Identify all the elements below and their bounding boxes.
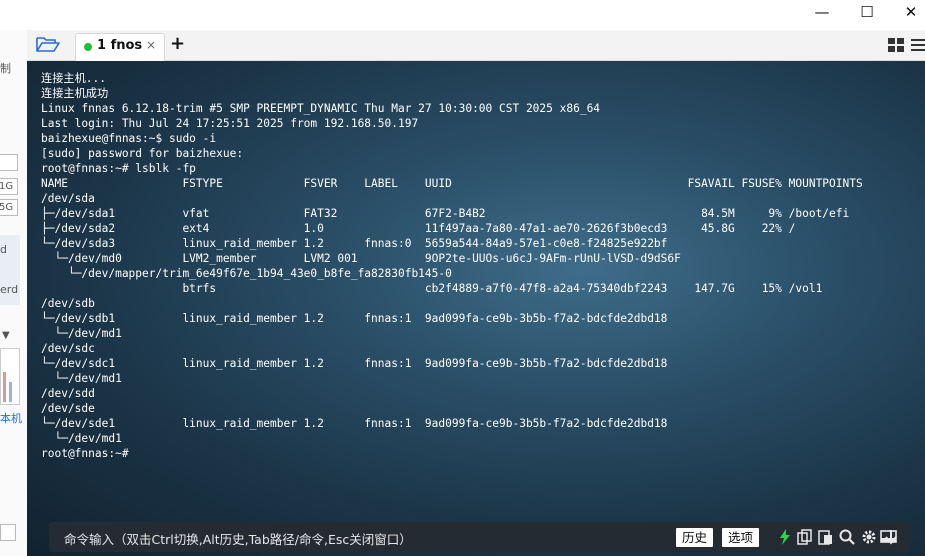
window-titlebar: — ☐ ✕ (0, 0, 925, 30)
terminal-line: Linux fnnas 6.12.18-trim #5 SMP PREEMPT_… (41, 102, 601, 115)
terminal-line: /dev/sdd (41, 387, 95, 400)
terminal-output: 连接主机... 连接主机成功 Linux fnnas 6.12.18-trim #5… (41, 71, 863, 461)
hamburger-menu-icon[interactable] (911, 37, 925, 51)
terminal-line: ├─/dev/sda1 vfat FAT32 67F2-B4B2 84.5M 9… (41, 207, 850, 220)
terminal-line: └─/dev/sde1 linux_raid_member 1.2 fnnas:… (41, 417, 668, 430)
maximize-button[interactable]: ☐ (845, 0, 889, 24)
strip-input[interactable] (0, 154, 18, 171)
grid-view-icon[interactable] (888, 37, 904, 52)
strip-box: 1G (0, 178, 18, 195)
strip-link[interactable]: 本机 (0, 410, 22, 426)
terminal-line: └─/dev/mapper/trim_6e49f67e_1b94_43e0_b8… (41, 267, 452, 280)
terminal-line: └─/dev/sdb1 linux_raid_member 1.2 fnnas:… (41, 312, 668, 325)
terminal-line: /dev/sdb (41, 297, 95, 310)
terminal-line: /dev/sda (41, 192, 95, 205)
terminal-line: └─/dev/md1 (41, 372, 122, 385)
tab-close-icon[interactable]: × (146, 38, 156, 52)
strip-input[interactable] (0, 524, 16, 541)
terminal-line: └─/dev/md1 (41, 432, 122, 445)
strip-panel: d erd (0, 235, 20, 305)
folder-open-icon[interactable] (35, 34, 63, 56)
strip-text: 制 (0, 62, 11, 75)
gear-icon[interactable] (861, 529, 877, 545)
terminal-line: /dev/sdc (41, 342, 95, 355)
terminal-area[interactable]: 连接主机... 连接主机成功 Linux fnnas 6.12.18-trim #5… (27, 61, 925, 556)
terminal-line: 连接主机... (41, 72, 106, 85)
window-mode-icon[interactable] (880, 529, 897, 545)
terminal-line: 连接主机成功 (41, 87, 109, 100)
terminal-line: [sudo] password for baizhexue: (41, 147, 244, 160)
tab-label: 1 fnos (97, 38, 143, 53)
background-app-strip: 制 1G 5G d erd ▼ 本机 (0, 30, 28, 556)
strip-box: 5G (0, 199, 18, 216)
terminal-line: └─/dev/md1 (41, 327, 122, 340)
terminal-line: root@fnnas:~# lsblk -fp (41, 162, 196, 175)
connected-status-icon (84, 43, 92, 51)
strip-text: d (0, 243, 7, 256)
terminal-line: NAME FSTYPE FSVER LABEL UUID FSAVAIL FSU… (41, 177, 863, 190)
command-input-bar[interactable]: 命令输入（双击Ctrl切换,Alt历史,Tab路径/命令,Esc关闭窗口） 历史… (49, 522, 911, 552)
terminal-line: /dev/sde (41, 402, 95, 415)
add-tab-button[interactable]: + (170, 33, 185, 54)
tab-bar: 1 fnos × + (27, 30, 925, 61)
search-icon[interactable] (839, 529, 855, 545)
terminal-line: └─/dev/md0 LVM2_member LVM2 001 9OP2te-U… (41, 252, 681, 265)
paste-icon[interactable] (817, 529, 833, 545)
terminal-line: ├─/dev/sda2 ext4 1.0 11f497aa-7a80-47a1-… (41, 222, 796, 235)
terminal-line: btrfs cb2f4889-a7f0-47f8-a2a4-75340dbf22… (41, 282, 823, 295)
strip-chart (0, 348, 20, 405)
terminal-line: baizhexue@fnnas:~$ sudo -i (41, 132, 217, 145)
lightning-icon[interactable] (777, 529, 793, 545)
terminal-line: root@fnnas:~# (41, 447, 129, 460)
copy-icon[interactable] (797, 529, 813, 545)
tab-fnos[interactable]: 1 fnos × (75, 33, 165, 61)
strip-text: erd (0, 283, 19, 296)
terminal-line: └─/dev/sda3 linux_raid_member 1.2 fnnas:… (41, 237, 668, 250)
terminal-line: └─/dev/sdc1 linux_raid_member 1.2 fnnas:… (41, 357, 668, 370)
options-button[interactable]: 选项 (722, 528, 760, 547)
history-button[interactable]: 历史 (676, 528, 714, 547)
chevron-down-icon[interactable]: ▼ (2, 330, 10, 341)
close-window-button[interactable]: ✕ (889, 0, 925, 24)
terminal-line: Last login: Thu Jul 24 17:25:51 2025 fro… (41, 117, 419, 130)
minimize-button[interactable]: — (800, 0, 844, 24)
command-input-hint[interactable]: 命令输入（双击Ctrl切换,Alt历史,Tab路径/命令,Esc关闭窗口） (64, 529, 412, 548)
